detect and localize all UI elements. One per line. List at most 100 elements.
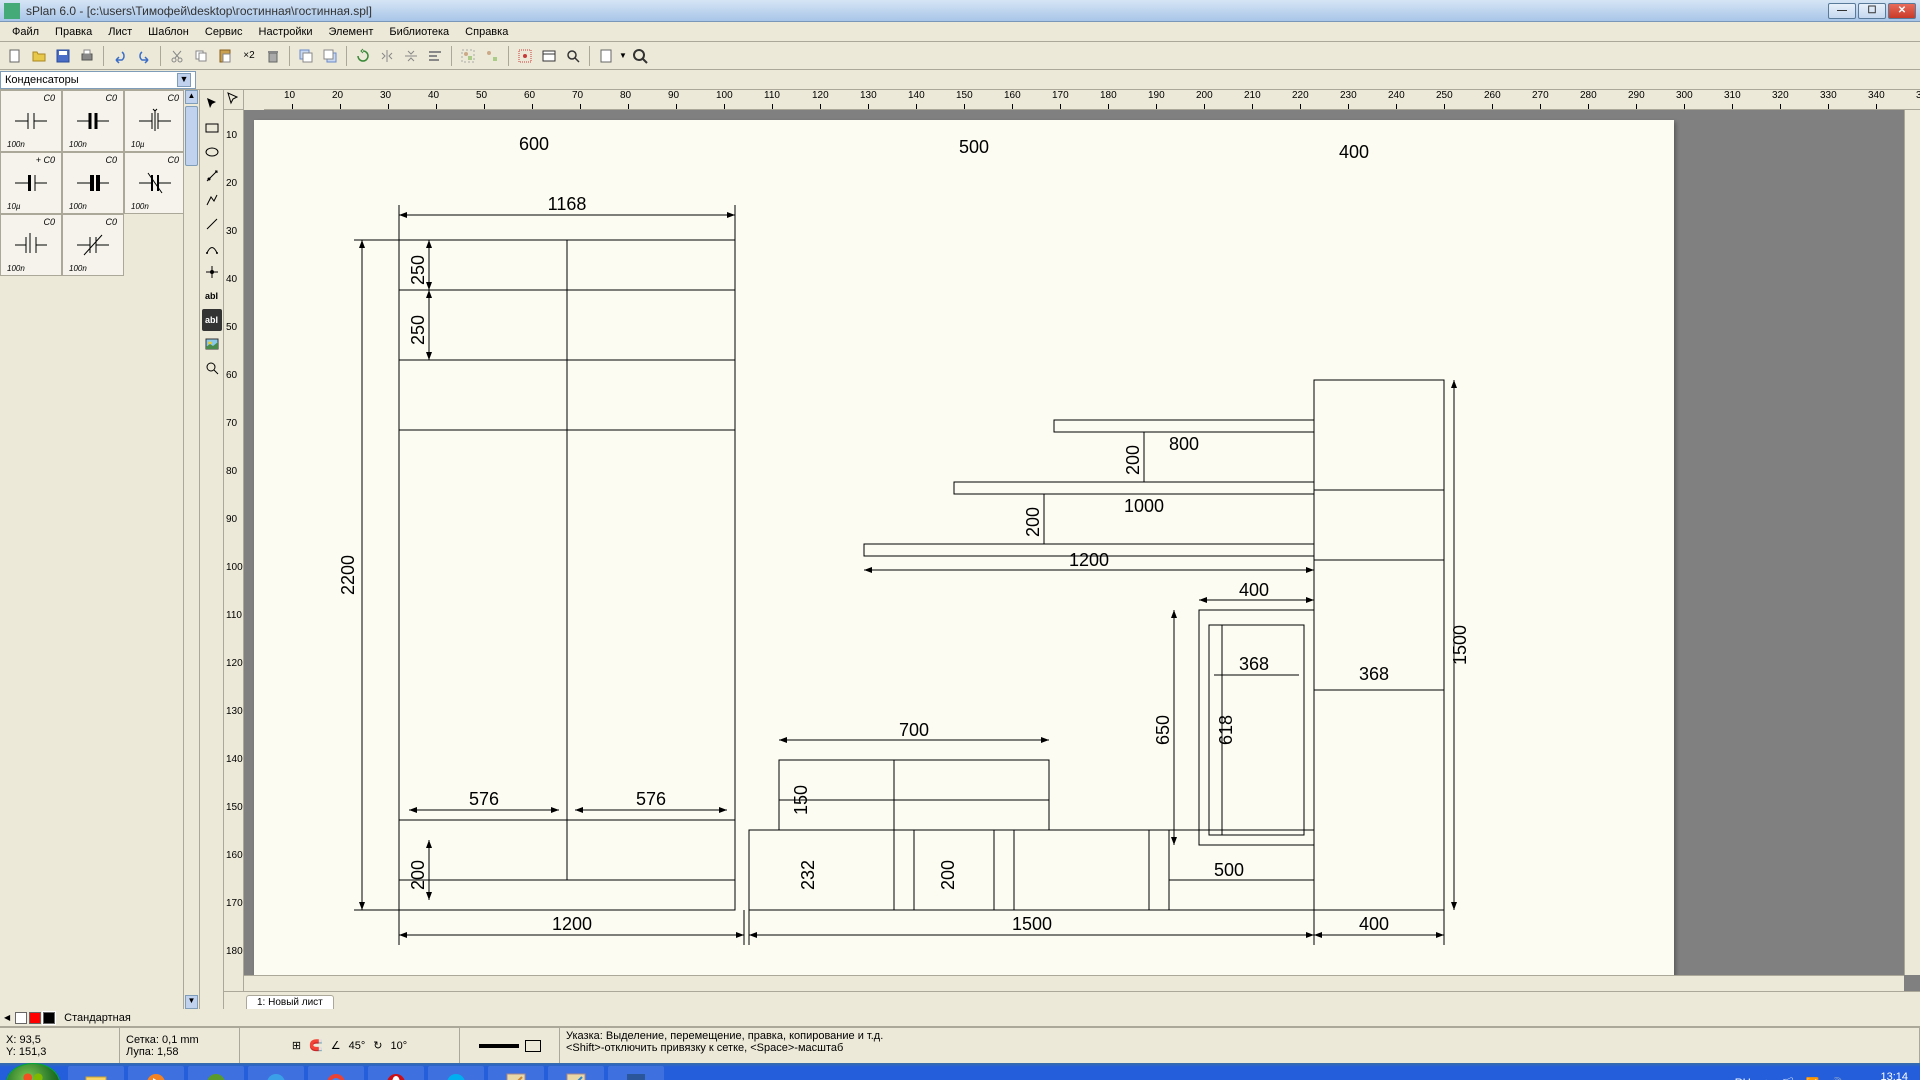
- task-app2[interactable]: [548, 1066, 604, 1080]
- window-title: sPlan 6.0 - [c:\users\Тимофей\desktop\го…: [26, 4, 1828, 18]
- group-button[interactable]: [457, 45, 479, 67]
- svg-text:650: 650: [1153, 715, 1173, 745]
- zoom-tool[interactable]: [202, 357, 222, 379]
- layer-back-button[interactable]: [295, 45, 317, 67]
- sheet-tab[interactable]: 1: Новый лист: [246, 995, 334, 1009]
- snap-button[interactable]: [514, 45, 536, 67]
- rotate-button[interactable]: [352, 45, 374, 67]
- pointer-tool[interactable]: [202, 93, 222, 115]
- flag-icon[interactable]: 🏳: [1782, 1077, 1796, 1080]
- palette-item[interactable]: C0100n: [62, 152, 124, 214]
- maximize-button[interactable]: ☐: [1858, 3, 1886, 19]
- task-opera[interactable]: [368, 1066, 424, 1080]
- flip-v-button[interactable]: [400, 45, 422, 67]
- minimize-button[interactable]: —: [1828, 3, 1856, 19]
- svg-text:200: 200: [1023, 507, 1043, 537]
- tray-time[interactable]: 13:14: [1853, 1071, 1908, 1080]
- palette-item[interactable]: C0100n: [0, 90, 62, 152]
- paste-button[interactable]: [214, 45, 236, 67]
- rect-tool[interactable]: [202, 117, 222, 139]
- scroll-up-icon[interactable]: ▲: [185, 90, 198, 104]
- menu-help[interactable]: Справка: [457, 24, 516, 40]
- network-icon[interactable]: 📶: [1806, 1077, 1820, 1080]
- menu-service[interactable]: Сервис: [197, 24, 251, 40]
- palette-item[interactable]: C010µ: [124, 90, 186, 152]
- color-bar-label: Стандартная: [64, 1012, 131, 1024]
- library-combo-value: Конденсаторы: [5, 74, 79, 86]
- palette-item[interactable]: + C010µ: [0, 152, 62, 214]
- menu-file[interactable]: Файл: [4, 24, 47, 40]
- palette-item[interactable]: C0100n: [124, 152, 186, 214]
- svg-text:2200: 2200: [338, 555, 358, 595]
- angle-45-icon[interactable]: ∠: [331, 1039, 341, 1052]
- text-tool[interactable]: abI: [202, 285, 222, 307]
- palette-scrollbar[interactable]: ▲ ▼: [183, 90, 199, 1009]
- delete-button[interactable]: [262, 45, 284, 67]
- canvas[interactable]: 600 500 400: [244, 110, 1920, 991]
- task-chrome[interactable]: [308, 1066, 364, 1080]
- x2-button[interactable]: ×2: [238, 45, 260, 67]
- menu-settings[interactable]: Настройки: [251, 24, 321, 40]
- open-button[interactable]: [28, 45, 50, 67]
- search-button[interactable]: [562, 45, 584, 67]
- task-word[interactable]: W: [608, 1066, 664, 1080]
- status-bar: X: 93,5 Y: 151,3 Сетка: 0,1 mm Лупа: 1,5…: [0, 1027, 1920, 1063]
- menu-edit[interactable]: Правка: [47, 24, 100, 40]
- task-ie[interactable]: [248, 1066, 304, 1080]
- angle-10-icon[interactable]: ↻: [373, 1039, 382, 1052]
- ruler-vertical[interactable]: 1020304050607080901001101201301401501601…: [224, 110, 244, 991]
- task-explorer[interactable]: [68, 1066, 124, 1080]
- flip-h-button[interactable]: [376, 45, 398, 67]
- svg-text:618: 618: [1216, 715, 1236, 745]
- circle-tool[interactable]: [202, 141, 222, 163]
- grid-icon[interactable]: ⊞: [292, 1039, 301, 1052]
- align-button[interactable]: [424, 45, 446, 67]
- copy-button[interactable]: [190, 45, 212, 67]
- zoom-sel-button[interactable]: [629, 45, 651, 67]
- text-frame-tool[interactable]: abI: [202, 309, 222, 331]
- menu-sheet[interactable]: Лист: [100, 24, 140, 40]
- scroll-down-icon[interactable]: ▼: [185, 995, 198, 1009]
- tool-column: abI abI: [200, 90, 224, 1009]
- volume-icon[interactable]: 🔊: [1829, 1077, 1843, 1080]
- status-angle-10: 10°: [391, 1040, 408, 1052]
- ruler-horizontal[interactable]: 1020304050607080901001101201301401501601…: [264, 90, 1920, 110]
- save-button[interactable]: [52, 45, 74, 67]
- ungroup-button[interactable]: [481, 45, 503, 67]
- node-tool[interactable]: [202, 261, 222, 283]
- start-button[interactable]: [6, 1063, 60, 1080]
- close-button[interactable]: ✕: [1888, 3, 1916, 19]
- line-tool[interactable]: [202, 213, 222, 235]
- taskbar: µ S W RU ▲ 🏳 📶 🔊 13:14 18.09.2014: [0, 1063, 1920, 1080]
- palette-item[interactable]: C0100n: [62, 214, 124, 276]
- canvas-h-scrollbar[interactable]: [244, 975, 1904, 991]
- task-utorrent[interactable]: µ: [188, 1066, 244, 1080]
- task-skype[interactable]: S: [428, 1066, 484, 1080]
- magnet-icon[interactable]: 🧲: [309, 1039, 323, 1052]
- undo-button[interactable]: [109, 45, 131, 67]
- form-button[interactable]: [538, 45, 560, 67]
- menu-element[interactable]: Элемент: [320, 24, 381, 40]
- svg-text:1500: 1500: [1450, 625, 1470, 665]
- svg-text:200: 200: [938, 860, 958, 890]
- print-button[interactable]: [76, 45, 98, 67]
- image-tool[interactable]: [202, 333, 222, 355]
- bezier-tool[interactable]: [202, 237, 222, 259]
- new-button[interactable]: [4, 45, 26, 67]
- canvas-v-scrollbar[interactable]: [1904, 110, 1920, 975]
- layer-front-button[interactable]: [319, 45, 341, 67]
- cut-button[interactable]: [166, 45, 188, 67]
- menu-template[interactable]: Шаблон: [140, 24, 197, 40]
- svg-text:800: 800: [1169, 434, 1199, 454]
- library-combo[interactable]: Конденсаторы ▼: [0, 71, 196, 89]
- redo-button[interactable]: [133, 45, 155, 67]
- palette-item[interactable]: C0100n: [0, 214, 62, 276]
- page-button[interactable]: [595, 45, 617, 67]
- task-splan[interactable]: [488, 1066, 544, 1080]
- polygon-tool[interactable]: [202, 189, 222, 211]
- task-wmp[interactable]: [128, 1066, 184, 1080]
- menu-library[interactable]: Библиотека: [381, 24, 457, 40]
- scroll-thumb[interactable]: [185, 106, 198, 166]
- palette-item[interactable]: C0100n: [62, 90, 124, 152]
- special-tool[interactable]: [202, 165, 222, 187]
